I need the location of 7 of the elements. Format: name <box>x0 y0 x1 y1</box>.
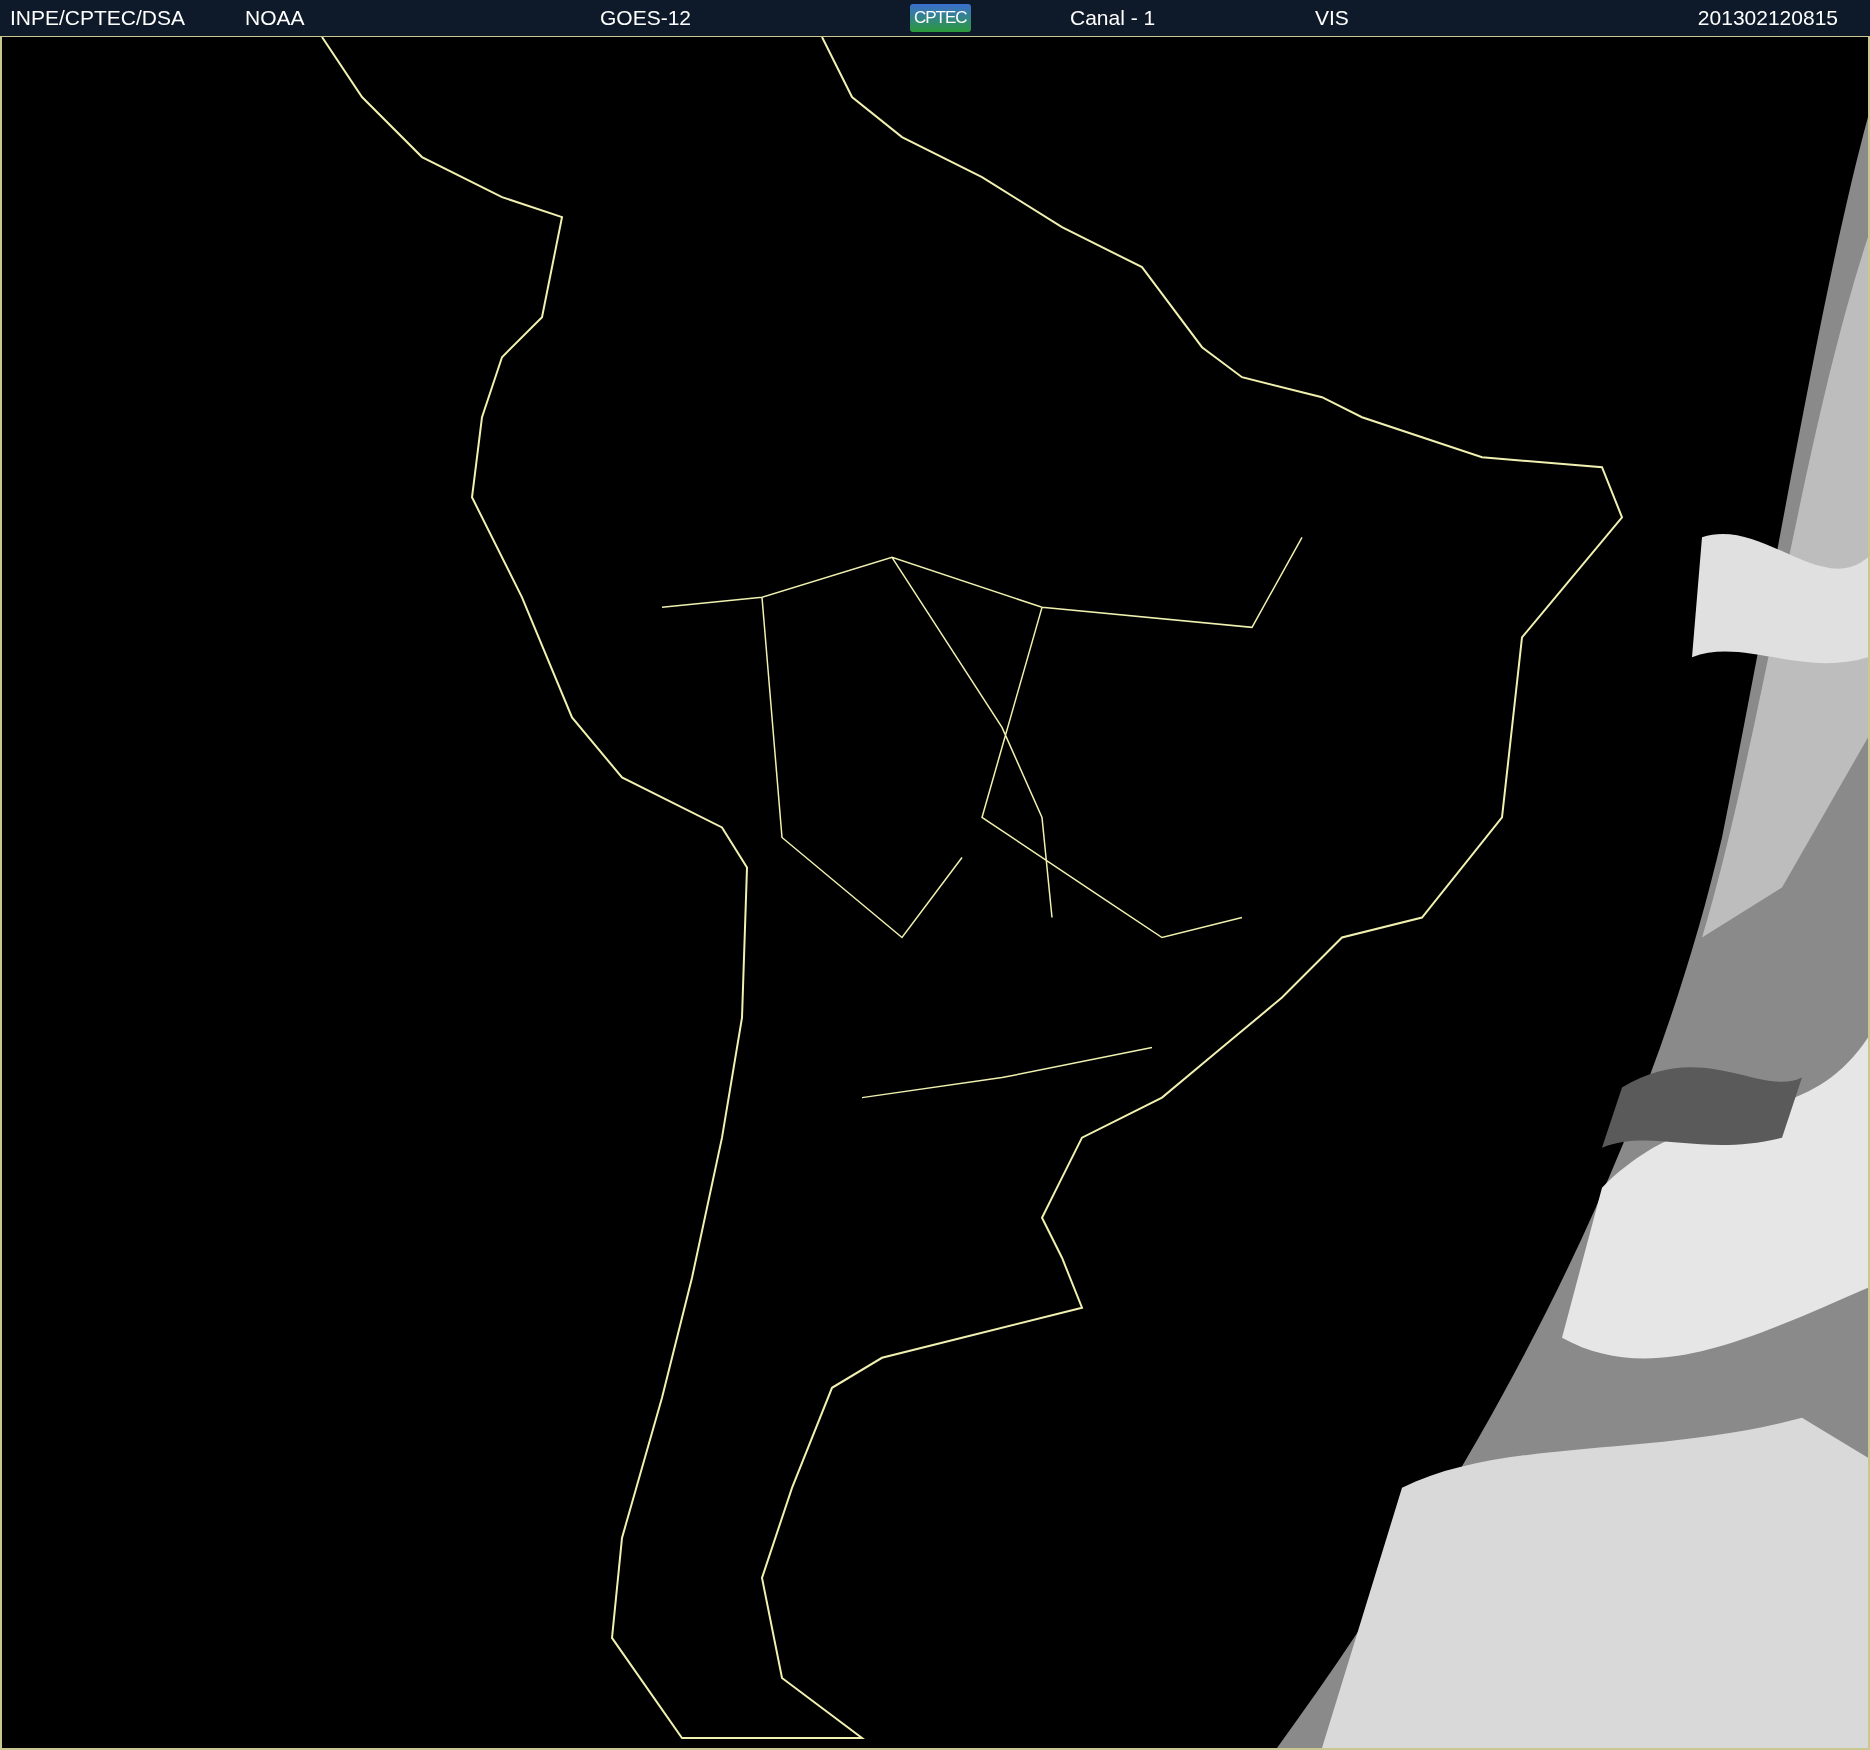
header-label: GOES-12 <box>600 6 692 30</box>
header-label: Canal - 1 <box>1070 6 1156 30</box>
header-label: NOAA <box>245 6 305 30</box>
logo: CPTEC <box>910 4 971 32</box>
header-label: VIS <box>1315 6 1349 30</box>
header-label: INPE/CPTEC/DSA <box>10 6 186 30</box>
header-label: 201302120815 <box>1697 6 1839 30</box>
